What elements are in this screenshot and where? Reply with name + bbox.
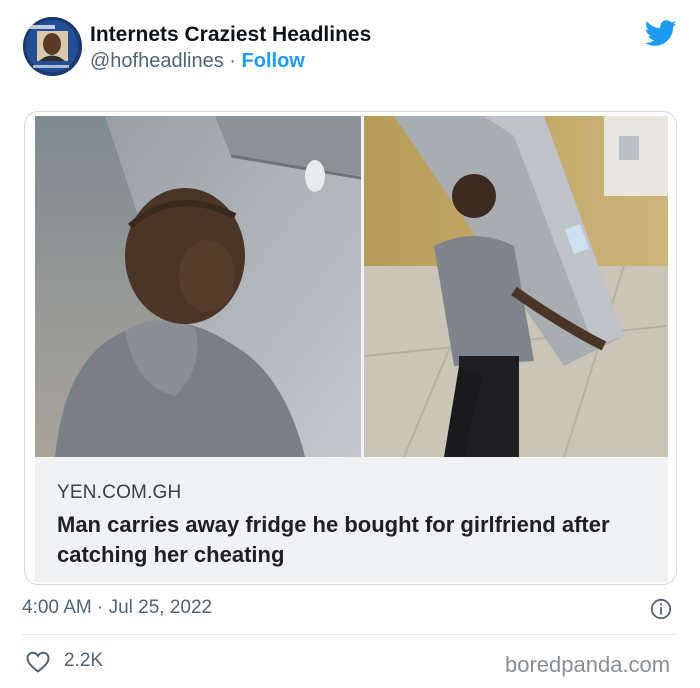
divider — [22, 634, 676, 635]
twitter-logo-icon[interactable] — [645, 20, 677, 47]
media-card-body: YEN.COM.GH Man carries away fridge he bo… — [35, 116, 668, 582]
like-count[interactable]: 2.2K — [64, 650, 103, 672]
timestamp[interactable]: 4:00 AM · Jul 25, 2022 — [22, 597, 212, 619]
photo-left[interactable] — [35, 116, 361, 457]
follow-button[interactable]: Follow — [242, 50, 305, 72]
link-headline: Man carries away fridge he bought for gi… — [57, 512, 610, 567]
avatar[interactable] — [23, 17, 82, 76]
handle[interactable]: @hofheadlines — [90, 50, 224, 72]
media-card[interactable]: YEN.COM.GH Man carries away fridge he bo… — [24, 111, 677, 585]
handle-separator: · — [229, 50, 236, 72]
handle-row: @hofheadlines · Follow — [90, 50, 305, 73]
heart-icon[interactable] — [26, 651, 50, 673]
watermark: boredpanda.com — [505, 652, 671, 677]
tweet-embed: Internets Craziest Headlines @hofheadlin… — [0, 0, 700, 688]
info-icon[interactable] — [650, 598, 672, 620]
display-name[interactable]: Internets Craziest Headlines — [90, 23, 371, 47]
photo-right[interactable] — [364, 116, 668, 457]
link-source: YEN.COM.GH — [57, 482, 182, 503]
